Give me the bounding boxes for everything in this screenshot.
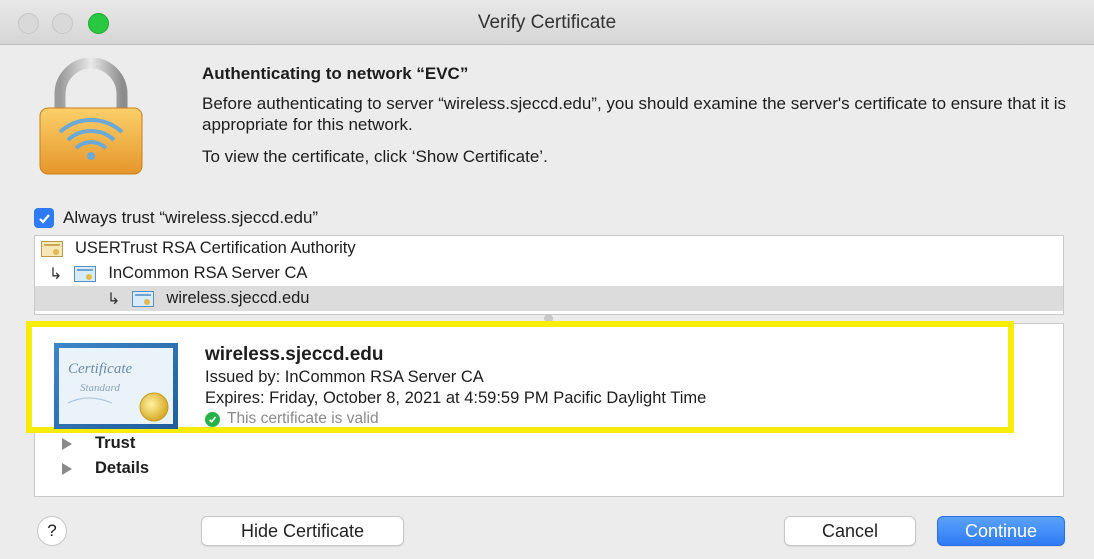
- certificate-chain-list: USERTrust RSA Certification Authority ↳ …: [34, 235, 1064, 315]
- certificate-image-icon: Certificate Standard: [54, 343, 178, 429]
- check-circle-icon: [205, 411, 220, 427]
- certificate-icon: [74, 265, 97, 282]
- title-bar: Verify Certificate: [0, 0, 1094, 45]
- certificate-issuer: Issued by: InCommon RSA Server CA: [205, 368, 484, 386]
- help-button[interactable]: ?: [37, 516, 67, 546]
- continue-button[interactable]: Continue: [937, 516, 1065, 546]
- certificate-icon: [41, 240, 63, 257]
- hide-certificate-button[interactable]: Hide Certificate: [201, 516, 404, 546]
- window-title: Verify Certificate: [477, 12, 617, 33]
- certificate-expiry: Expires: Friday, October 8, 2021 at 4:59…: [205, 389, 707, 407]
- chain-arrow-icon: ↳: [107, 290, 121, 308]
- certificate-name: wireless.sjeccd.edu: [205, 344, 384, 365]
- certificate-status: This certificate is valid: [205, 410, 379, 428]
- certificate-status-text: This certificate is valid: [227, 410, 379, 427]
- chain-item-label: USERTrust RSA Certification Authority: [75, 239, 356, 257]
- dialog-description: Before authenticating to server “wireles…: [202, 94, 1067, 134]
- dialog-heading: Authenticating to network “EVC”: [202, 64, 469, 83]
- trust-disclosure[interactable]: Trust: [62, 434, 135, 453]
- chain-item-leaf[interactable]: ↳ wireless.sjeccd.edu: [35, 286, 1063, 311]
- cancel-button[interactable]: Cancel: [784, 516, 916, 546]
- always-trust-label: Always trust “wireless.sjeccd.edu”: [63, 208, 319, 227]
- chain-item-label: InCommon RSA Server CA: [108, 264, 308, 282]
- chain-item-root[interactable]: USERTrust RSA Certification Authority: [35, 236, 1063, 261]
- details-section-label: Details: [95, 459, 150, 477]
- chain-item-intermediate[interactable]: ↳ InCommon RSA Server CA: [35, 261, 1063, 286]
- always-trust-checkbox[interactable]: [34, 208, 54, 228]
- always-trust-row[interactable]: Always trust “wireless.sjeccd.edu”: [34, 207, 318, 229]
- dialog-instruction: To view the certificate, click ‘Show Cer…: [202, 147, 548, 166]
- certificate-image-text: Certificate: [68, 361, 132, 377]
- checkmark-icon: [38, 213, 50, 224]
- disclosure-triangle-icon: [62, 437, 72, 450]
- lock-wifi-icon: [39, 58, 143, 175]
- certificate-icon: [132, 290, 155, 307]
- chain-arrow-icon: ↳: [49, 265, 63, 283]
- certificate-image-text: Standard: [80, 382, 120, 394]
- details-disclosure[interactable]: Details: [62, 459, 149, 478]
- disclosure-triangle-icon: [62, 462, 72, 475]
- chain-item-label: wireless.sjeccd.edu: [166, 289, 310, 307]
- trust-section-label: Trust: [95, 434, 136, 452]
